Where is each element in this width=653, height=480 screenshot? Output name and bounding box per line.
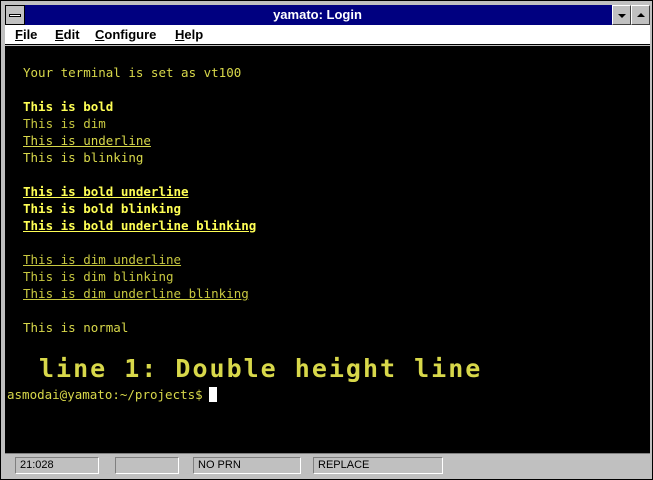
status-printer: NO PRN xyxy=(193,457,301,474)
terminal-line: This is bold underline xyxy=(23,184,189,199)
terminal-line: This is bold underline blinking xyxy=(23,218,257,233)
terminal-window: yamato: Login File Edit Configure Help Y… xyxy=(0,0,653,480)
menu-configure-label: onfigure xyxy=(104,27,157,42)
terminal-line: This is dim blinking xyxy=(23,269,174,284)
system-menu-icon xyxy=(9,14,21,17)
menu-file-mnemonic: F xyxy=(15,27,23,42)
menu-help-label: elp xyxy=(184,27,204,42)
menu-configure[interactable]: Configure xyxy=(95,27,156,42)
menu-file[interactable]: File xyxy=(15,27,37,42)
text-cursor xyxy=(208,387,217,402)
terminal-line: This is dim xyxy=(23,116,106,131)
status-cursor-position: 21:028 xyxy=(15,457,99,474)
maximize-icon xyxy=(637,13,645,17)
status-bar: 21:028 NO PRN REPLACE xyxy=(5,453,650,477)
terminal-line: This is bold blinking xyxy=(23,201,182,216)
double-height-line: line 1: Double height line xyxy=(39,354,483,383)
menu-edit-label: dit xyxy=(63,27,80,42)
terminal-line: This is normal xyxy=(23,320,129,335)
status-mode: REPLACE xyxy=(313,457,443,474)
shell-prompt: asmodai@yamato:~/projects$ xyxy=(7,387,217,402)
terminal-line: This is bold xyxy=(23,99,114,114)
menu-help[interactable]: Help xyxy=(175,27,203,42)
menu-file-label: ile xyxy=(22,27,38,42)
menu-edit[interactable]: Edit xyxy=(55,27,80,42)
terminal-line: This is dim underline xyxy=(23,252,182,267)
status-field-blank xyxy=(115,457,179,474)
minimize-button[interactable] xyxy=(612,5,631,25)
terminal-screen[interactable]: Your terminal is set as vt100 This is bo… xyxy=(5,46,650,453)
terminal-line: This is underline xyxy=(23,133,151,148)
prompt-text: asmodai@yamato:~/projects$ xyxy=(7,387,203,402)
menu-help-mnemonic: H xyxy=(175,27,185,42)
window-title: yamato: Login xyxy=(273,7,362,22)
menu-edit-mnemonic: E xyxy=(55,27,64,42)
terminal-line: Your terminal is set as vt100 xyxy=(23,65,242,80)
menu-bar: File Edit Configure Help xyxy=(5,25,650,45)
maximize-button[interactable] xyxy=(631,5,650,25)
minimize-icon xyxy=(618,14,626,18)
system-menu-button[interactable] xyxy=(5,5,25,25)
terminal-line: This is blinking xyxy=(23,150,144,165)
terminal-line: This is dim underline blinking xyxy=(23,286,249,301)
title-bar[interactable]: yamato: Login xyxy=(5,5,650,25)
menu-configure-mnemonic: C xyxy=(95,27,105,42)
